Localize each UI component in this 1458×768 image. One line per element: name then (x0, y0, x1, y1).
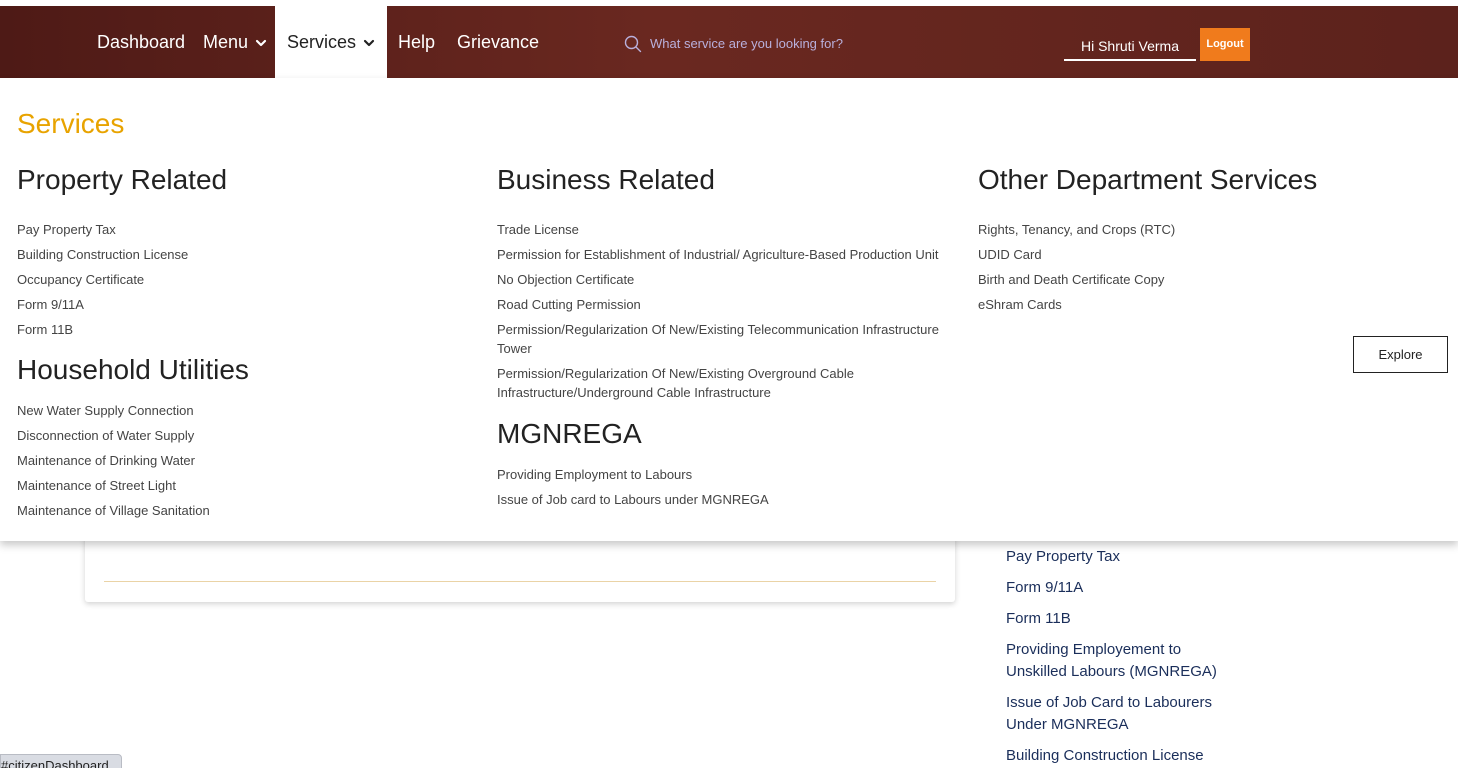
heading-other-department-services: Other Department Services (978, 164, 1318, 195)
nav-dashboard-label: Dashboard (97, 32, 186, 52)
service-pay-property-tax[interactable]: Pay Property Tax (17, 220, 477, 239)
service-industrial-unit-permission[interactable]: Permission for Establishment of Industri… (497, 245, 967, 264)
nav-services[interactable]: Services (275, 6, 387, 78)
heading-property-related: Property Related (17, 164, 228, 195)
card-divider (104, 581, 936, 582)
quick-link-employment-mgnrega[interactable]: Providing Employement to Unskilled Labou… (1006, 639, 1246, 683)
heading-household-utilities: Household Utilities (17, 354, 249, 385)
service-rtc[interactable]: Rights, Tenancy, and Crops (RTC) (978, 220, 1338, 239)
nav-help-label: Help (398, 32, 436, 52)
service-occupancy-certificate[interactable]: Occupancy Certificate (17, 270, 477, 289)
service-employment-to-labours[interactable]: Providing Employment to Labours (497, 465, 967, 484)
service-birth-death-certificate[interactable]: Birth and Death Certificate Copy (978, 270, 1338, 289)
list-household-utilities: New Water Supply Connection Disconnectio… (17, 401, 477, 526)
quick-link-job-card-mgnrega[interactable]: Issue of Job Card to Labourers Under MGN… (1006, 692, 1246, 736)
service-maintenance-drinking-water[interactable]: Maintenance of Drinking Water (17, 451, 477, 470)
nav-help[interactable]: Help (398, 6, 435, 78)
explore-button[interactable]: Explore (1353, 336, 1448, 373)
chevron-down-icon (363, 39, 375, 47)
service-disconnection-water-supply[interactable]: Disconnection of Water Supply (17, 426, 477, 445)
service-maintenance-village-sanitation[interactable]: Maintenance of Village Sanitation (17, 501, 477, 520)
chevron-down-icon (255, 39, 267, 47)
heading-business-related: Business Related (497, 164, 715, 195)
list-property-related: Pay Property Tax Building Construction L… (17, 220, 477, 345)
service-eshram-cards[interactable]: eShram Cards (978, 295, 1338, 314)
service-no-objection-certificate[interactable]: No Objection Certificate (497, 270, 967, 289)
service-cable-infrastructure-permission[interactable]: Permission/Regularization Of New/Existin… (497, 364, 967, 402)
status-url-text: citizenDashboard# (1, 758, 109, 768)
logout-button[interactable]: Logout (1200, 28, 1250, 61)
service-telecom-tower-permission[interactable]: Permission/Regularization Of New/Existin… (497, 320, 967, 358)
user-greeting-text: Hi Shruti Verma (1080, 38, 1180, 54)
search-icon (624, 35, 642, 53)
quick-link-form-9-11a[interactable]: Form 9/11A (1006, 577, 1246, 599)
services-dropdown: Services Property Related Pay Property T… (0, 78, 1458, 541)
status-url-tooltip: citizenDashboard# (0, 754, 122, 768)
list-other-department-services: Rights, Tenancy, and Crops (RTC) UDID Ca… (978, 220, 1338, 320)
service-trade-license[interactable]: Trade License (497, 220, 967, 239)
quick-link-pay-property-tax[interactable]: Pay Property Tax (1006, 546, 1246, 568)
service-new-water-supply[interactable]: New Water Supply Connection (17, 401, 477, 420)
service-road-cutting-permission[interactable]: Road Cutting Permission (497, 295, 967, 314)
nav-menu[interactable]: Menu (203, 6, 267, 78)
nav-grievance[interactable]: Grievance (457, 6, 539, 78)
service-building-construction-license[interactable]: Building Construction License (17, 245, 477, 264)
service-maintenance-street-light[interactable]: Maintenance of Street Light (17, 476, 477, 495)
nav-grievance-label: Grievance (457, 32, 540, 52)
service-form-9-11a[interactable]: Form 9/11A (17, 295, 477, 314)
service-job-card-labours[interactable]: Issue of Job card to Labours under MGNRE… (497, 490, 967, 509)
dropdown-title: Services (17, 108, 125, 139)
service-form-11b[interactable]: Form 11B (17, 320, 477, 339)
nav-dashboard[interactable]: Dashboard (97, 6, 185, 78)
list-mgnrega: Providing Employment to Labours Issue of… (497, 465, 967, 515)
quick-link-building-license[interactable]: Building Construction License (1006, 745, 1246, 767)
heading-mgnrega: MGNREGA (497, 418, 642, 449)
service-udid-card[interactable]: UDID Card (978, 245, 1338, 264)
list-business-related: Trade License Permission for Establishme… (497, 220, 967, 408)
nav-menu-label: Menu (203, 32, 249, 52)
user-greeting[interactable]: Hi Shruti Verma (1064, 32, 1196, 61)
quick-link-form-11b[interactable]: Form 11B (1006, 608, 1246, 630)
quick-links-list: Pay Property Tax Form 9/11A Form 11B Pro… (1006, 546, 1246, 768)
search-input[interactable] (650, 30, 980, 56)
top-nav-bar: Dashboard Menu Services Help Grievance H… (0, 6, 1458, 78)
nav-services-label: Services (287, 32, 357, 52)
